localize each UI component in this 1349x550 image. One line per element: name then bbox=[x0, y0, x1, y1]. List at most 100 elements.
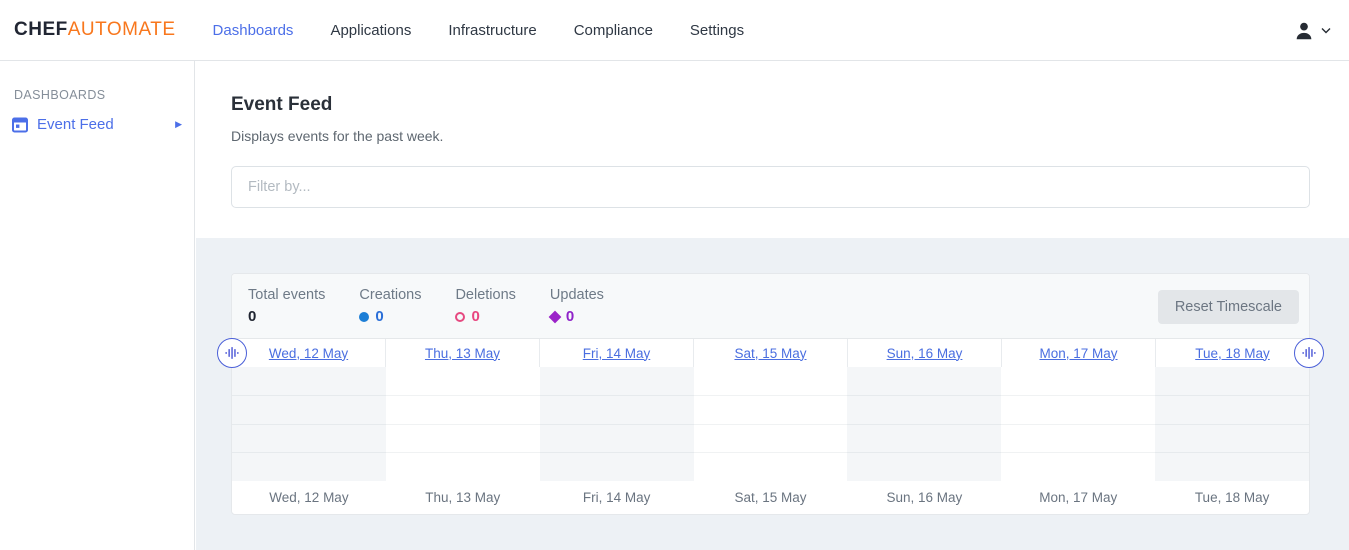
grid-column bbox=[386, 367, 540, 481]
day-link[interactable]: Mon, 17 May bbox=[1039, 346, 1117, 361]
stat-value: 0 bbox=[455, 308, 515, 325]
page-header: Event Feed Displays events for the past … bbox=[196, 61, 1349, 144]
day-link[interactable]: Fri, 14 May bbox=[583, 346, 651, 361]
user-menu[interactable] bbox=[1293, 0, 1331, 61]
day-header: Mon, 17 May bbox=[1001, 339, 1155, 367]
content-background: Total events 0 Creations 0 Deletions 0 bbox=[196, 238, 1349, 550]
timescale-slider-icon bbox=[225, 346, 239, 360]
nav-infrastructure[interactable]: Infrastructure bbox=[448, 22, 536, 39]
day-link[interactable]: Thu, 13 May bbox=[425, 346, 500, 361]
main-content: Event Feed Displays events for the past … bbox=[196, 61, 1349, 550]
stat-value: 0 bbox=[359, 308, 421, 325]
axis-day-label: Tue, 18 May bbox=[1155, 481, 1309, 514]
axis-day-label: Mon, 17 May bbox=[1001, 481, 1155, 514]
grid-cell bbox=[1155, 453, 1309, 481]
nav-compliance[interactable]: Compliance bbox=[574, 22, 653, 39]
grid-column bbox=[1001, 367, 1155, 481]
timescale-left-button[interactable] bbox=[217, 338, 247, 368]
grid-cell bbox=[232, 453, 386, 481]
stat-deletions: Deletions 0 bbox=[455, 287, 515, 325]
timescale-slider-icon bbox=[1302, 346, 1316, 360]
grid-cell bbox=[1155, 367, 1309, 396]
nav-dashboards[interactable]: Dashboards bbox=[213, 22, 294, 39]
user-profile-icon bbox=[1293, 20, 1315, 42]
day-header: Sat, 15 May bbox=[693, 339, 847, 367]
day-header: Thu, 13 May bbox=[385, 339, 539, 367]
grid-cell bbox=[386, 396, 540, 425]
sidebar-item-event-feed[interactable]: Event Feed ▶ bbox=[12, 116, 184, 133]
grid-column bbox=[847, 367, 1001, 481]
grid-cell bbox=[540, 425, 694, 454]
grid-cell bbox=[232, 367, 386, 396]
timescale-right-button[interactable] bbox=[1294, 338, 1324, 368]
grid-cell bbox=[847, 453, 1001, 481]
axis-day-label: Fri, 14 May bbox=[540, 481, 694, 514]
grid-cell bbox=[540, 396, 694, 425]
nav-settings[interactable]: Settings bbox=[690, 22, 744, 39]
axis-day-label: Sun, 16 May bbox=[847, 481, 1001, 514]
page-title: Event Feed bbox=[231, 94, 1310, 116]
sidebar-item-label: Event Feed bbox=[37, 116, 173, 133]
reset-timescale-button[interactable]: Reset Timescale bbox=[1158, 290, 1299, 324]
grid-cell bbox=[694, 396, 848, 425]
grid-cell bbox=[694, 367, 848, 396]
timeline-axis: Wed, 12 May Thu, 13 May Fri, 14 May Sat,… bbox=[232, 481, 1309, 514]
stat-value: 0 bbox=[550, 308, 604, 325]
event-feed-icon bbox=[12, 117, 28, 133]
creations-marker-icon bbox=[359, 312, 369, 322]
nav-applications[interactable]: Applications bbox=[330, 22, 411, 39]
expand-arrow-icon[interactable]: ▶ bbox=[173, 117, 184, 132]
stats-strip: Total events 0 Creations 0 Deletions 0 bbox=[232, 274, 1309, 339]
grid-cell bbox=[1001, 453, 1155, 481]
filter-input[interactable] bbox=[231, 166, 1310, 208]
grid-column bbox=[540, 367, 694, 481]
axis-day-label: Wed, 12 May bbox=[232, 481, 386, 514]
day-link[interactable]: Wed, 12 May bbox=[269, 346, 348, 361]
axis-day-label: Thu, 13 May bbox=[386, 481, 540, 514]
grid-column bbox=[1155, 367, 1309, 481]
grid-cell bbox=[540, 367, 694, 396]
grid-cell bbox=[694, 453, 848, 481]
day-link[interactable]: Sat, 15 May bbox=[734, 346, 806, 361]
day-header: Tue, 18 May bbox=[1155, 339, 1309, 367]
day-header: Wed, 12 May bbox=[232, 339, 385, 367]
grid-cell bbox=[1001, 396, 1155, 425]
stat-label: Creations bbox=[359, 287, 421, 303]
deletions-marker-icon bbox=[455, 312, 465, 322]
grid-cell bbox=[540, 453, 694, 481]
day-header: Sun, 16 May bbox=[847, 339, 1001, 367]
day-header: Fri, 14 May bbox=[539, 339, 693, 367]
stat-creations: Creations 0 bbox=[359, 287, 421, 325]
top-navbar: CHEFAUTOMATE Dashboards Applications Inf… bbox=[0, 0, 1349, 61]
sidebar: DASHBOARDS Event Feed ▶ bbox=[0, 61, 195, 550]
stat-label: Deletions bbox=[455, 287, 515, 303]
grid-cell bbox=[847, 367, 1001, 396]
stat-updates: Updates 0 bbox=[550, 287, 604, 325]
logo-chef: CHEF bbox=[14, 19, 68, 40]
main-nav: Dashboards Applications Infrastructure C… bbox=[213, 22, 745, 39]
stat-label: Updates bbox=[550, 287, 604, 303]
sidebar-heading: DASHBOARDS bbox=[14, 88, 194, 102]
grid-cell bbox=[386, 367, 540, 396]
page-subtitle: Displays events for the past week. bbox=[231, 128, 1310, 144]
timeline-grid bbox=[232, 367, 1309, 481]
timeline-header: Wed, 12 May Thu, 13 May Fri, 14 May Sat,… bbox=[232, 339, 1309, 367]
logo-automate: AUTOMATE bbox=[68, 19, 176, 40]
chevron-down-icon bbox=[1321, 27, 1331, 34]
grid-cell bbox=[386, 453, 540, 481]
event-feed-card: Total events 0 Creations 0 Deletions 0 bbox=[231, 273, 1310, 515]
filter-bar bbox=[231, 166, 1310, 208]
stat-value: 0 bbox=[248, 308, 325, 325]
grid-cell bbox=[1155, 396, 1309, 425]
stat-total-events: Total events 0 bbox=[248, 287, 325, 325]
grid-cell bbox=[386, 425, 540, 454]
grid-cell bbox=[847, 425, 1001, 454]
grid-column bbox=[694, 367, 848, 481]
grid-cell bbox=[1155, 425, 1309, 454]
grid-cell bbox=[847, 396, 1001, 425]
updates-marker-icon bbox=[549, 310, 562, 323]
day-link[interactable]: Sun, 16 May bbox=[887, 346, 963, 361]
day-link[interactable]: Tue, 18 May bbox=[1195, 346, 1270, 361]
chef-automate-logo[interactable]: CHEFAUTOMATE bbox=[14, 19, 176, 41]
grid-cell bbox=[694, 425, 848, 454]
